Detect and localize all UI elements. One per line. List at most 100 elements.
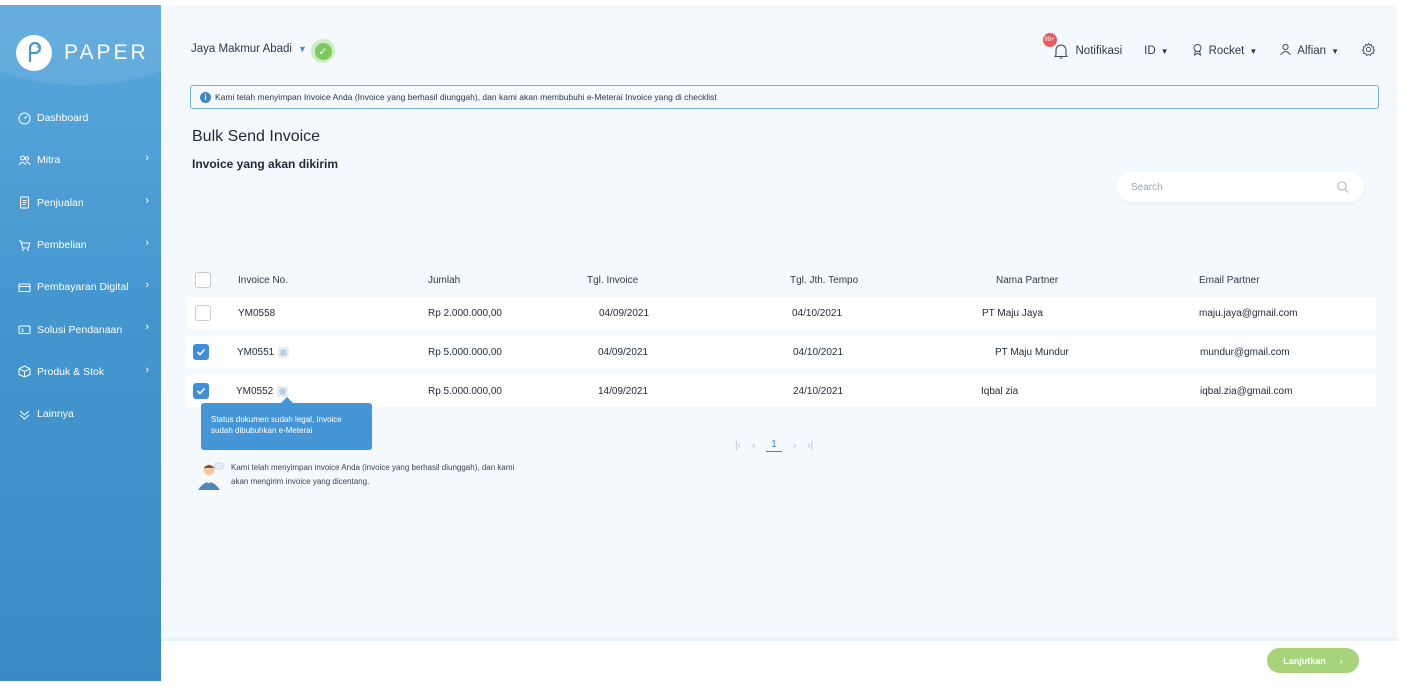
row-checkbox[interactable] bbox=[195, 305, 211, 321]
column-header-invoice: Invoice No. bbox=[238, 274, 289, 286]
sales-document-icon bbox=[18, 196, 31, 209]
svg-text:$: $ bbox=[21, 328, 24, 334]
sidebar-item-produk-stok[interactable]: Produk & Stok › bbox=[0, 351, 161, 393]
partner-email: mundur@gmail.com bbox=[1200, 346, 1290, 358]
card-payment-icon bbox=[18, 281, 31, 294]
funding-icon: $ bbox=[18, 323, 31, 336]
sidebar-item-label: Pembelian bbox=[37, 239, 87, 252]
top-bar: Jaya Makmur Abadi ▼ ✓ 99+ Notifikasi ID … bbox=[191, 33, 1377, 63]
footer-bar bbox=[161, 638, 1398, 681]
due-date: 04/10/2021 bbox=[792, 307, 843, 319]
info-banner: i Kami telah menyimpan Invoice Anda (Inv… bbox=[190, 85, 1379, 109]
first-page-icon[interactable]: |‹ bbox=[735, 440, 741, 451]
sidebar: PAPER Dashboard Mitra › Penjualan › Pemb… bbox=[0, 5, 161, 681]
paper-logo-icon bbox=[16, 35, 52, 71]
language-label: ID bbox=[1144, 45, 1156, 57]
notification-count-badge: 99+ bbox=[1042, 33, 1057, 47]
assistant-message: Kami telah menyimpan invoice Anda (invoi… bbox=[231, 463, 515, 486]
rocket-icon bbox=[1191, 43, 1204, 59]
e-meterai-document-icon[interactable] bbox=[277, 385, 289, 397]
caret-down-icon: ▼ bbox=[1160, 46, 1169, 56]
invoice-number: YM0558 bbox=[238, 307, 276, 319]
last-page-icon[interactable]: ›| bbox=[807, 440, 813, 451]
sidebar-item-solusi-pendanaan[interactable]: $ Solusi Pendanaan › bbox=[0, 308, 161, 350]
sidebar-item-mitra[interactable]: Mitra › bbox=[0, 139, 161, 181]
more-icon bbox=[18, 408, 31, 421]
partner-name: PT Maju Mundur bbox=[995, 346, 1069, 358]
search-input[interactable] bbox=[1131, 178, 1331, 196]
sidebar-item-label: Mitra bbox=[37, 154, 61, 167]
sidebar-item-label: Lainnya bbox=[37, 408, 74, 421]
check-icon: ✓ bbox=[314, 42, 332, 60]
row-checkbox[interactable] bbox=[193, 383, 209, 399]
box-icon bbox=[18, 365, 31, 378]
notification-button[interactable]: 99+ Notifikasi bbox=[1042, 33, 1123, 61]
partner-email: iqbal.zia@gmail.com bbox=[1200, 385, 1293, 397]
invoice-amount: Rp 2.000.000,00 bbox=[428, 307, 502, 319]
table-row[interactable]: YM0558 Rp 2.000.000,00 04/09/2021 04/10/… bbox=[186, 297, 1376, 329]
invoice-amount: Rp 5.000.000,00 bbox=[428, 346, 502, 358]
partner-name: Iqbal zia bbox=[981, 385, 1019, 397]
sidebar-item-pembelian[interactable]: Pembelian › bbox=[0, 224, 161, 266]
continue-button[interactable]: Lanjutkan › bbox=[1267, 648, 1359, 673]
column-header-jatuh-tempo: Tgl. Jth. Tempo bbox=[790, 274, 859, 286]
sidebar-item-pembayaran-digital[interactable]: Pembayaran Digital › bbox=[0, 266, 161, 308]
search-icon[interactable] bbox=[1336, 180, 1350, 194]
chevron-right-icon: › bbox=[145, 279, 149, 292]
brand-name: PAPER bbox=[64, 41, 149, 64]
caret-down-icon: ▼ bbox=[1331, 46, 1339, 56]
cart-icon bbox=[18, 239, 31, 252]
table-row[interactable]: YM0551 Rp 5.000.000,00 04/09/2021 04/10/… bbox=[186, 336, 1376, 368]
table-header: Invoice No. Jumlah Tgl. Invoice Tgl. Jth… bbox=[186, 267, 1376, 293]
tooltip-text: Status dokumen sudah legal, Invoice suda… bbox=[211, 415, 342, 435]
top-bar-actions: 99+ Notifikasi ID ▼ Rocket ▼ Alfian ▼ bbox=[1029, 33, 1377, 63]
caret-down-icon: ▼ bbox=[298, 44, 307, 54]
column-header-jumlah: Jumlah bbox=[428, 274, 461, 286]
gear-icon bbox=[1361, 42, 1376, 60]
prev-page-icon[interactable]: ‹ bbox=[752, 440, 755, 451]
partner-email: maju.jaya@gmail.com bbox=[1199, 307, 1298, 319]
invoice-amount: Rp 5.000.000,00 bbox=[428, 385, 502, 397]
chevron-right-icon: › bbox=[145, 236, 149, 249]
company-selector[interactable]: Jaya Makmur Abadi ▼ bbox=[191, 43, 307, 55]
sidebar-item-label: Penjualan bbox=[37, 196, 84, 209]
sidebar-item-dashboard[interactable]: Dashboard bbox=[0, 97, 161, 139]
verified-badge: ✓ bbox=[311, 39, 335, 63]
invoice-number: YM0551 bbox=[237, 346, 275, 358]
plan-selector[interactable]: Rocket ▼ bbox=[1191, 43, 1257, 59]
e-meterai-document-icon[interactable] bbox=[278, 346, 290, 358]
select-all-checkbox[interactable] bbox=[195, 272, 211, 288]
assistant-note: Kami telah menyimpan invoice Anda (invoi… bbox=[195, 461, 535, 493]
invoice-date: 04/09/2021 bbox=[598, 346, 649, 358]
sidebar-item-lainnya[interactable]: Lainnya bbox=[0, 393, 161, 435]
next-page-icon[interactable]: › bbox=[793, 440, 796, 451]
chevron-right-icon: › bbox=[145, 321, 149, 334]
language-selector[interactable]: ID ▼ bbox=[1144, 45, 1168, 57]
settings-button[interactable] bbox=[1361, 42, 1376, 60]
sidebar-item-label: Dashboard bbox=[37, 112, 89, 125]
current-page[interactable]: 1 bbox=[766, 439, 782, 452]
invoice-number: YM0552 bbox=[236, 385, 274, 397]
sidebar-item-penjualan[interactable]: Penjualan › bbox=[0, 182, 161, 224]
chevron-right-icon: › bbox=[145, 194, 149, 207]
notification-label: Notifikasi bbox=[1075, 45, 1123, 57]
search-box bbox=[1117, 172, 1364, 202]
section-title: Invoice yang akan dikirim bbox=[192, 157, 339, 171]
sidebar-nav: Dashboard Mitra › Penjualan › Pembelian … bbox=[0, 97, 161, 435]
column-header-tgl-invoice: Tgl. Invoice bbox=[587, 274, 639, 286]
page-title: Bulk Send Invoice bbox=[192, 128, 321, 145]
partners-icon bbox=[18, 154, 31, 167]
dashboard-icon bbox=[18, 112, 31, 125]
due-date: 24/10/2021 bbox=[793, 385, 844, 397]
main-content: Jaya Makmur Abadi ▼ ✓ 99+ Notifikasi ID … bbox=[161, 5, 1398, 638]
brand[interactable]: PAPER bbox=[16, 35, 149, 71]
sidebar-item-label: Produk & Stok bbox=[37, 365, 105, 378]
pagination: |‹ ‹ 1 › ›| bbox=[735, 437, 835, 453]
plan-label: Rocket bbox=[1208, 45, 1245, 57]
app-frame: PAPER Dashboard Mitra › Penjualan › Pemb… bbox=[0, 0, 1411, 687]
user-menu[interactable]: Alfian ▼ bbox=[1279, 43, 1339, 59]
partner-name: PT Maju Jaya bbox=[982, 307, 1043, 319]
invoice-date: 14/09/2021 bbox=[598, 385, 649, 397]
row-checkbox[interactable] bbox=[193, 344, 209, 360]
user-icon bbox=[1279, 43, 1292, 59]
